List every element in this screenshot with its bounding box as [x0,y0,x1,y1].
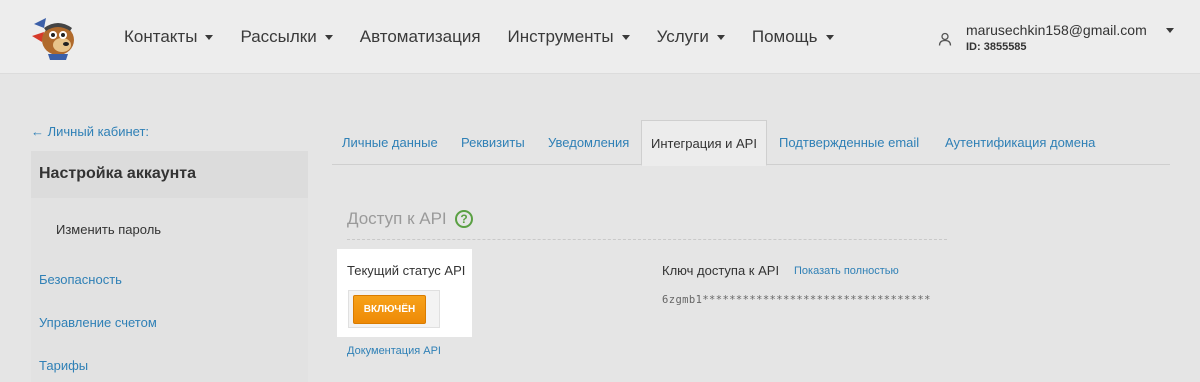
tab-domain-authentication[interactable]: Аутентификация домена [945,120,1095,165]
tab-notifications[interactable]: Уведомления [548,120,629,165]
nav-item-label: Рассылки [240,27,317,46]
nav-item-label: Контакты [124,27,198,46]
chevron-down-icon [205,34,214,40]
nav-item-mailings[interactable]: Рассылки [240,27,333,47]
user-email: marusechkin158@gmail.com [966,22,1147,38]
chevron-down-icon [324,34,333,40]
api-key-value: 6zgmb1********************************** [662,294,931,306]
section-divider [347,239,947,240]
api-status-button[interactable]: ВКЛЮЧЁН [353,295,426,324]
chevron-down-icon[interactable] [1166,28,1174,33]
sidebar-item-security[interactable]: Безопасность [39,272,122,287]
nav-item-services[interactable]: Услуги [657,27,725,47]
api-section-title: Доступ к API [347,209,447,228]
help-icon[interactable]: ? [455,210,473,228]
show-full-key-link[interactable]: Показать полностью [794,265,899,277]
user-icon [938,32,952,46]
settings-tabs: Личные данные Реквизиты Уведомления Инте… [332,120,1170,166]
nav-item-label: Инструменты [507,27,614,46]
nav-item-label: Автоматизация [359,27,481,46]
chevron-down-icon [621,34,630,40]
nav-item-contacts[interactable]: Контакты [124,27,214,47]
api-status-label: Текущий статус API [347,263,466,278]
nav-item-label: Помощь [751,27,818,46]
user-id: ID: 3855585 [966,41,1027,53]
nav-item-label: Услуги [656,27,709,46]
sidebar-item-account-management[interactable]: Управление счетом [39,315,157,330]
logo-icon[interactable] [28,14,80,60]
chevron-down-icon [825,34,834,40]
tab-personal-data[interactable]: Личные данные [342,120,438,165]
main-nav: Контакты Рассылки Автоматизация Инструменты… [124,0,861,74]
user-menu[interactable]: marusechkin158@gmail.com ID: 3855585 [938,22,1178,56]
sidebar-item-tariffs[interactable]: Тарифы [39,358,88,373]
nav-item-help[interactable]: Помощь [752,27,834,47]
sidebar-title: Настройка аккаунта [31,151,308,198]
tab-integration-api[interactable]: Интеграция и API [641,120,767,166]
api-docs-link[interactable]: Документация API [347,345,441,357]
change-password-link[interactable]: Изменить пароль [56,222,161,237]
tab-requisites[interactable]: Реквизиты [461,120,525,165]
nav-item-tools[interactable]: Инструменты [508,27,630,47]
back-to-cabinet-link[interactable]: ← Личный кабинет: [31,124,149,139]
top-header: Контакты Рассылки Автоматизация Инструменты… [0,0,1200,74]
chevron-down-icon [716,34,725,40]
tab-confirmed-emails[interactable]: Подтвержденные email [779,120,919,165]
api-key-label: Ключ доступа к API [662,263,780,278]
nav-item-automation[interactable]: Автоматизация [360,27,481,47]
